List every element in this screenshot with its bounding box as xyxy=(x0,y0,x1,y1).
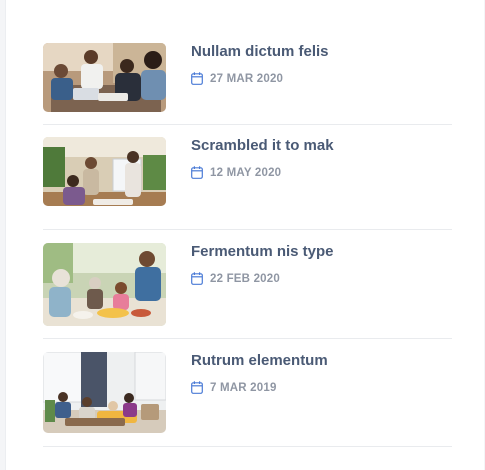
post-title[interactable]: Scrambled it to mak xyxy=(191,137,334,154)
post-thumbnail[interactable] xyxy=(43,137,166,206)
post-date: 27 MAR 2020 xyxy=(210,72,284,85)
post-title[interactable]: Rutrum elementum xyxy=(191,352,328,369)
post-meta: 7 MAR 2019 xyxy=(191,381,277,394)
calendar-icon xyxy=(191,272,203,285)
post-date: 12 MAY 2020 xyxy=(210,166,282,179)
post-item[interactable]: Fermentum nis type 22 FEB 2020 xyxy=(43,243,452,339)
post-title[interactable]: Nullam dictum felis xyxy=(191,43,329,60)
calendar-icon xyxy=(191,72,203,85)
post-meta: 22 FEB 2020 xyxy=(191,272,280,285)
calendar-icon xyxy=(191,166,203,179)
post-thumbnail[interactable] xyxy=(43,352,166,433)
post-thumbnail[interactable] xyxy=(43,243,166,326)
post-title[interactable]: Fermentum nis type xyxy=(191,243,334,260)
post-date: 22 FEB 2020 xyxy=(210,272,280,285)
post-date: 7 MAR 2019 xyxy=(210,381,277,394)
post-item[interactable]: Rutrum elementum 7 MAR 2019 xyxy=(43,352,452,447)
post-thumbnail[interactable] xyxy=(43,43,166,112)
post-meta: 27 MAR 2020 xyxy=(191,72,283,85)
post-item[interactable]: Nullam dictum felis 27 MAR 2020 xyxy=(43,43,452,125)
post-meta: 12 MAY 2020 xyxy=(191,166,281,179)
recent-posts-widget: Nullam dictum felis 27 MAR 2020 Scramble… xyxy=(5,0,484,470)
post-item[interactable]: Scrambled it to mak 12 MAY 2020 xyxy=(43,137,452,230)
calendar-icon xyxy=(191,381,203,394)
